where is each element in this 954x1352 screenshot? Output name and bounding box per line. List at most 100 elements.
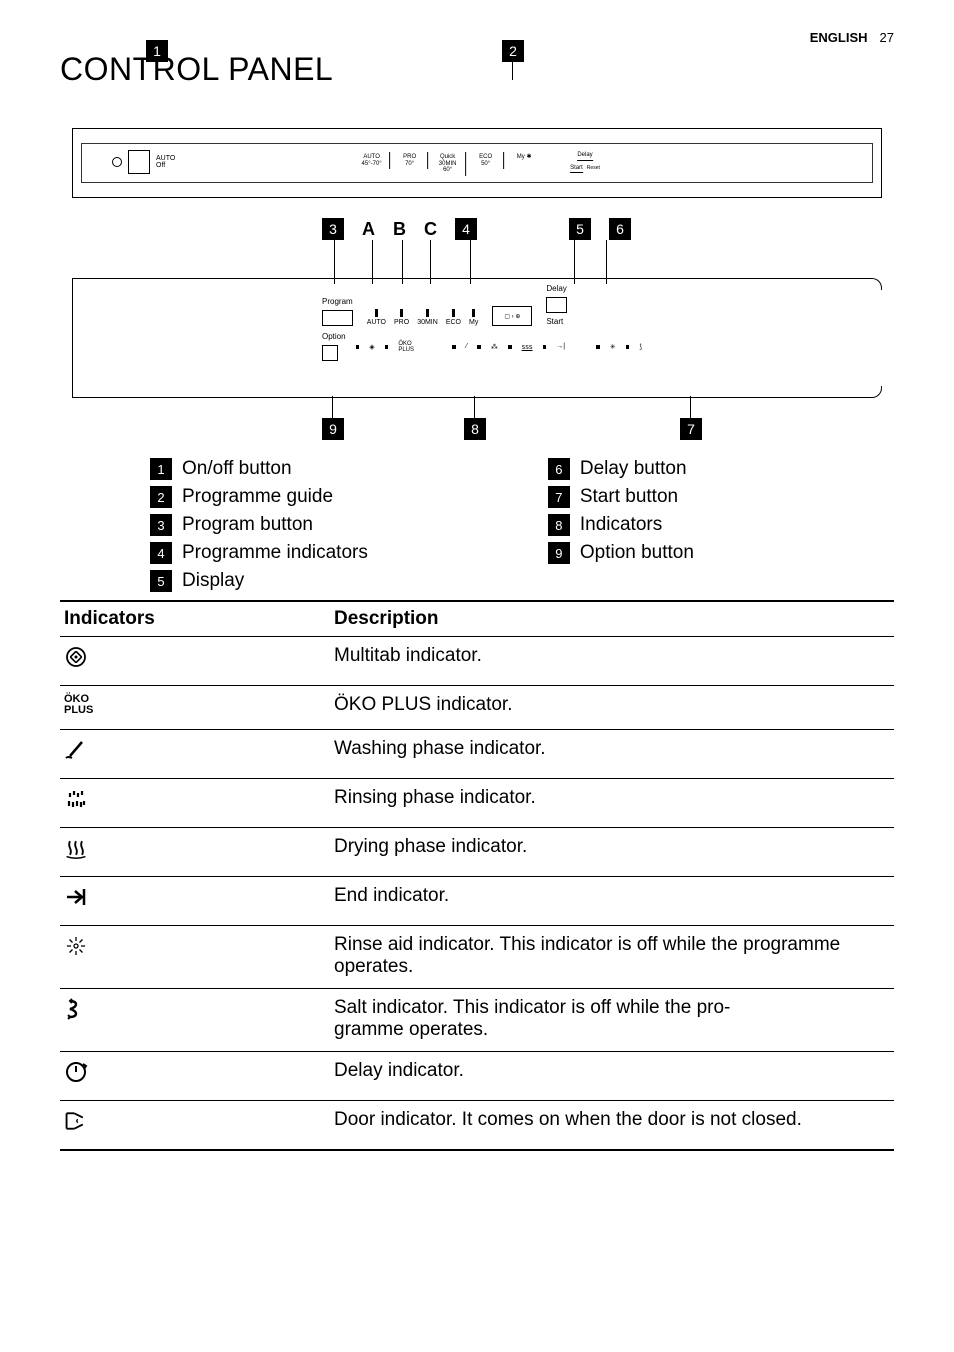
legend-text: Start button — [580, 486, 678, 508]
page-header: ENGLISH 27 — [60, 30, 894, 45]
table-row: Salt indicator. This indicator is off wh… — [60, 989, 894, 1052]
indicator-icon-cell — [60, 1052, 330, 1101]
indicator-icon-cell: ÖKOPLUS — [60, 686, 330, 730]
callout-1: 1 — [146, 40, 168, 62]
washing-phase-icon — [64, 738, 88, 766]
wash-ind-icon: ⁄ — [466, 343, 467, 350]
salt-ind-icon: ⟆ — [639, 343, 642, 351]
table-row: ÖKOPLUS ÖKO PLUS indicator. — [60, 686, 894, 730]
indicator-description: Salt indicator. This indicator is off wh… — [330, 989, 894, 1052]
display-icons: ▢ › ⊕ — [504, 313, 520, 320]
end-icon — [64, 885, 88, 913]
lang-label: ENGLISH — [810, 30, 868, 45]
col-description: Description — [330, 601, 894, 637]
callout-4: 4 — [455, 218, 477, 240]
program-button[interactable] — [322, 310, 353, 326]
page-title: CONTROL PANEL — [60, 51, 894, 88]
indicator-icon-cell — [60, 926, 330, 989]
guide-delay: Delay — [577, 152, 592, 161]
indicator-description: Delay indicator. — [330, 1052, 894, 1101]
oko-plus-icon: ÖKOPLUS — [64, 694, 93, 716]
callout-8: 8 — [464, 418, 486, 440]
indicator-description: End indicator. — [330, 877, 894, 926]
legend: 1On/off button 2Programme guide 3Program… — [150, 458, 894, 592]
delay-icon — [64, 1060, 88, 1088]
legend-text: Programme guide — [182, 486, 333, 508]
indicators-table: Indicators Description Multitab indicato… — [60, 600, 894, 1151]
legend-text: Program button — [182, 514, 313, 536]
control-cluster-diagram: 3 A B C 4 5 6 Program AUTO PRO 30MIN ECO — [72, 248, 882, 438]
indicator-description: Drying phase indicator. — [330, 828, 894, 877]
delay-button[interactable] — [546, 297, 566, 313]
table-row: Rinse aid indicator. This indicator is o… — [60, 926, 894, 989]
legend-text: Display — [182, 570, 244, 592]
onoff-button-diagram: AUTO Off — [112, 150, 175, 174]
callout-7: 7 — [680, 418, 702, 440]
table-row: Washing phase indicator. — [60, 730, 894, 779]
salt-icon — [64, 997, 88, 1025]
callout-2: 2 — [502, 40, 524, 62]
indicator-description: Washing phase indicator. — [330, 730, 894, 779]
guide-my: My ✱ — [512, 154, 536, 161]
start-label: Start — [546, 317, 566, 326]
rinse-ind-icon: ⁂ — [491, 343, 498, 351]
label-c: C — [424, 219, 437, 240]
indicator-description: Multitab indicator. — [330, 637, 894, 686]
door-icon — [64, 1109, 88, 1137]
callout-6: 6 — [609, 218, 631, 240]
table-row: End indicator. — [60, 877, 894, 926]
guide-eco: ECO — [474, 154, 497, 161]
indicator-description: Door indicator. It comes on when the doo… — [330, 1101, 894, 1151]
rinseaid-icon — [64, 934, 88, 962]
end-ind-icon: →| — [556, 343, 565, 350]
indicator-icon-cell — [60, 637, 330, 686]
legend-text: Delay button — [580, 458, 687, 480]
table-row: Rinsing phase indicator. — [60, 779, 894, 828]
indicator-description: ÖKO PLUS indicator. — [330, 686, 894, 730]
table-row: Multitab indicator. — [60, 637, 894, 686]
guide-auto: AUTO — [360, 154, 383, 161]
delay-label: Delay — [546, 284, 566, 293]
label-a: A — [362, 219, 375, 240]
rinseaid-ind-icon: ✳ — [610, 343, 616, 351]
indicator-icon-cell — [60, 989, 330, 1052]
multitab-icon — [64, 645, 88, 673]
programme-guide-diagram: AUTO45°-70° PRO70° Quick30MIN60° ECO50° … — [354, 152, 600, 176]
legend-text: Indicators — [580, 514, 662, 536]
label-b: B — [393, 219, 406, 240]
multitab-ind-icon: ◈ — [369, 343, 374, 351]
callout-5: 5 — [569, 218, 591, 240]
indicator-description: Rinse aid indicator. This indicator is o… — [330, 926, 894, 989]
option-button[interactable] — [322, 345, 338, 361]
indicator-icon-cell — [60, 779, 330, 828]
indicator-icon-cell — [60, 1101, 330, 1151]
table-row: Door indicator. It comes on when the doo… — [60, 1101, 894, 1151]
col-indicators: Indicators — [60, 601, 330, 637]
table-row: Drying phase indicator. — [60, 828, 894, 877]
auto-off-label: AUTO Off — [156, 155, 175, 169]
guide-pro: PRO — [398, 154, 421, 161]
oko-ind-icon: ÖKO PLUS — [398, 341, 414, 353]
program-label: Program — [322, 297, 353, 306]
top-panel-diagram: AUTO Off AUTO45°-70° PRO70° Quick30MIN60… — [72, 128, 882, 198]
guide-quick: Quick — [436, 154, 459, 161]
indicator-icon-cell — [60, 730, 330, 779]
power-icon — [112, 157, 122, 167]
page-number: 27 — [880, 30, 894, 45]
guide-start: Start — [570, 165, 583, 174]
callout-9: 9 — [322, 418, 344, 440]
indicator-icon-cell — [60, 828, 330, 877]
table-row: Delay indicator. — [60, 1052, 894, 1101]
legend-text: Option button — [580, 542, 694, 564]
callout-3: 3 — [322, 218, 344, 240]
indicator-icon-cell — [60, 877, 330, 926]
rinsing-phase-icon — [64, 787, 88, 815]
drying-phase-icon — [64, 836, 88, 864]
option-label: Option — [322, 332, 346, 341]
dry-ind-icon: ꜱꜱꜱ — [522, 343, 533, 351]
legend-text: On/off button — [182, 458, 292, 480]
programme-indicators: AUTO PRO 30MIN ECO My — [367, 309, 479, 326]
display: ▢ › ⊕ — [492, 306, 532, 326]
indicator-description: Rinsing phase indicator. — [330, 779, 894, 828]
legend-text: Programme indicators — [182, 542, 368, 564]
